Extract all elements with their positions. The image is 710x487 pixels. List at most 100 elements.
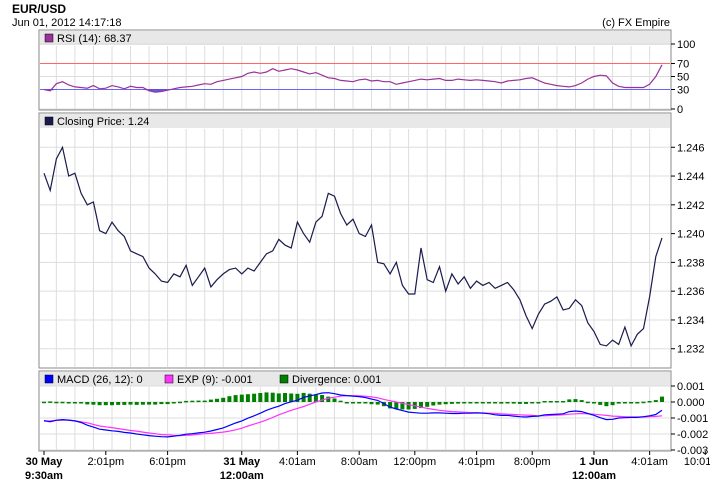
rsi-tick-label: 70: [677, 59, 689, 71]
divergence-bar: [598, 402, 603, 405]
divergence-bar: [122, 402, 127, 405]
divergence-bar: [313, 394, 318, 402]
divergence-bar: [511, 402, 516, 404]
rsi-tick-label: 30: [677, 85, 689, 97]
divergence-bar: [462, 402, 467, 404]
divergence-bar: [264, 392, 269, 402]
price-tick-label: 1.242: [677, 200, 705, 212]
divergence-bar: [629, 402, 634, 404]
x-tick-label-secondary: 12:00am: [220, 470, 264, 482]
rsi-tick-label: 0: [677, 104, 683, 116]
divergence-bar: [289, 393, 294, 402]
divergence-bar: [85, 402, 90, 405]
divergence-bar: [456, 402, 461, 404]
divergence-bar: [221, 397, 226, 402]
rsi-panel-header: [40, 31, 670, 45]
divergence-legend: Divergence: 0.001: [292, 374, 381, 386]
divergence-bar: [369, 402, 374, 405]
divergence-bar: [493, 402, 498, 404]
divergence-bar: [375, 402, 380, 405]
divergence-bar: [499, 402, 504, 404]
rsi-tick-label: 100: [677, 39, 695, 51]
macd-tick-label: 0.001: [677, 381, 705, 393]
x-tick-label: 2:01pm: [87, 456, 124, 468]
divergence-bar: [178, 401, 182, 404]
divergence-bar: [276, 393, 281, 402]
macd-tick-label: -0.001: [677, 413, 708, 425]
rsi-panel: 100 705030 0 RSI (14): 68.37: [38, 29, 695, 116]
divergence-bar: [425, 402, 430, 407]
divergence-bar: [116, 402, 121, 405]
exp-legend: EXP (9): -0.001: [177, 374, 253, 386]
price-panel: 1.246 1.244 1.242 1.240 1.238 1.236 1.234 1.232…: [38, 112, 705, 369]
x-tick-label: 1 Jun: [580, 456, 609, 468]
x-tick-label: 31 May: [223, 456, 261, 468]
divergence-bar: [487, 402, 491, 404]
divergence-bar: [332, 398, 337, 402]
divergence-bar: [505, 402, 510, 404]
divergence-bar: [579, 400, 584, 402]
divergence-bar: [554, 401, 559, 403]
divergence-bar: [610, 402, 615, 406]
divergence-bar: [233, 395, 238, 402]
divergence-bar: [468, 402, 473, 404]
divergence-bar: [79, 402, 84, 404]
divergence-bar: [258, 393, 263, 402]
divergence-bar: [474, 402, 479, 404]
divergence-bar: [542, 401, 547, 403]
rsi-tick-label: 50: [677, 72, 689, 84]
divergence-bar: [103, 402, 108, 406]
divergence-bar: [128, 402, 133, 405]
x-tick-label: 4:01am: [279, 456, 316, 468]
divergence-bar: [60, 401, 65, 404]
divergence-bar: [517, 402, 522, 404]
divergence-bar: [604, 402, 609, 407]
divergence-bar: [140, 402, 145, 405]
divergence-bar: [449, 402, 454, 404]
divergence-bar: [147, 402, 152, 405]
x-tick-label-secondary: 12:00am: [572, 470, 616, 482]
price-tick-label: 1.234: [677, 315, 705, 327]
divergence-legend-swatch: [279, 374, 289, 384]
rsi-legend: RSI (14): 68.37: [57, 33, 132, 45]
x-tick-label: 10:01am: [684, 456, 710, 468]
divergence-bar: [245, 394, 250, 402]
divergence-bar: [208, 399, 213, 402]
divergence-bar: [196, 400, 201, 403]
divergence-bar: [357, 402, 362, 404]
chart-title: EUR/USD: [12, 2, 66, 16]
macd-panel: 0.0010.000-0.001-0.002-0.003 MACD (26, 1…: [38, 370, 708, 457]
divergence-bar: [635, 402, 640, 404]
divergence-bar: [239, 394, 244, 402]
divergence-bar: [344, 402, 349, 404]
x-tick-label: 4:01am: [631, 456, 668, 468]
divergence-bar: [184, 400, 189, 403]
divergence-bar: [252, 393, 257, 402]
divergence-bar: [215, 398, 219, 402]
divergence-bar: [616, 402, 621, 404]
divergence-bar: [592, 402, 596, 404]
divergence-bar: [653, 400, 658, 402]
divergence-bar: [165, 402, 170, 405]
divergence-bar: [153, 402, 158, 405]
divergence-bar: [561, 401, 566, 403]
macd-tick-label: 0.000: [677, 397, 705, 409]
divergence-bar: [171, 402, 176, 404]
divergence-bar: [406, 402, 411, 410]
divergence-bar: [72, 402, 77, 404]
divergence-bar: [480, 402, 485, 404]
macd-legend-swatch: [44, 374, 54, 384]
x-tick-label: 12:00pm: [393, 456, 436, 468]
macd-legend: MACD (26, 12): 0: [57, 374, 143, 386]
x-tick-label: 8:00pm: [514, 456, 551, 468]
macd-tick-label: -0.002: [677, 429, 708, 441]
eurusd-chart: EUR/USD Jun 01, 2012 14:17:18 (c) FX Emp…: [12, 2, 710, 482]
divergence-bar: [647, 401, 652, 403]
price-tick-label: 1.246: [677, 142, 705, 154]
divergence-bar: [641, 401, 646, 404]
price-axis-labels: 1.246 1.244 1.242 1.240 1.238 1.236 1.234 1.232: [671, 142, 705, 356]
divergence-bar: [567, 399, 572, 402]
divergence-bar: [573, 399, 578, 402]
divergence-bar: [48, 401, 53, 403]
x-tick-label: 4:01pm: [458, 456, 495, 468]
